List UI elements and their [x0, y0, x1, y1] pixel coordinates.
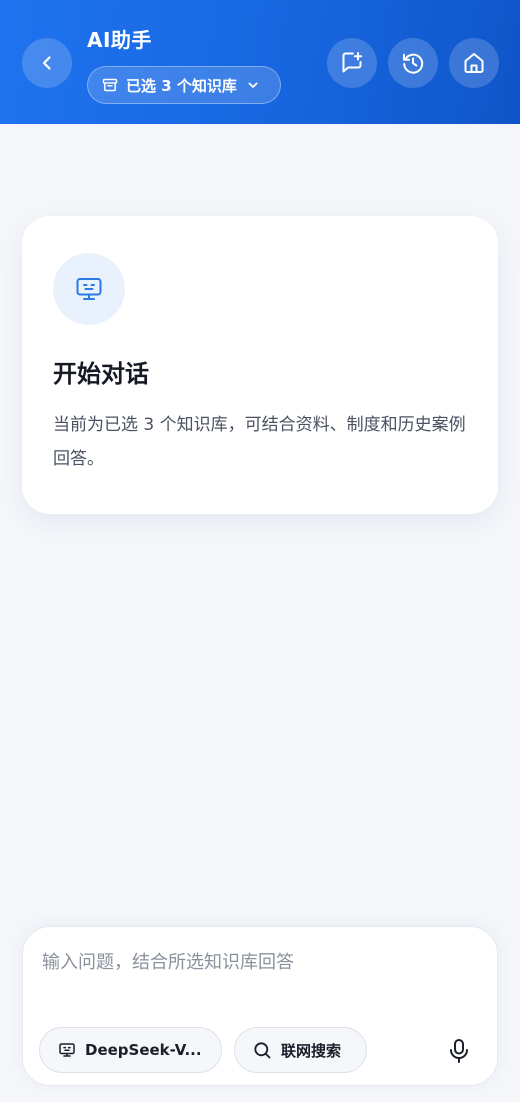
knowledge-base-selector-label: 已选 3 个知识库: [126, 76, 237, 95]
welcome-description: 当前为已选 3 个知识库，可结合资料、制度和历史案例回答。: [53, 415, 466, 469]
history-button[interactable]: [388, 38, 438, 88]
welcome-title: 开始对话: [53, 360, 149, 388]
chevron-down-icon: [247, 79, 259, 91]
top-header: AI助手 已选 3 个知识库: [0, 0, 520, 124]
back-button[interactable]: [22, 38, 72, 88]
knowledge-base-selector[interactable]: 已选 3 个知识库: [87, 66, 281, 104]
model-selector-label: DeepSeek-V...: [85, 1041, 202, 1059]
home-button[interactable]: [449, 38, 499, 88]
search-icon: [253, 1041, 272, 1060]
web-search-toggle[interactable]: 联网搜索: [234, 1027, 367, 1073]
bot-monitor-icon: [76, 278, 102, 300]
voice-input-button[interactable]: [441, 1033, 477, 1069]
history-icon: [403, 53, 424, 74]
microphone-icon: [450, 1039, 468, 1063]
new-chat-icon: [342, 52, 363, 73]
question-input[interactable]: [42, 945, 472, 979]
web-search-label: 联网搜索: [281, 1041, 342, 1060]
model-selector-button[interactable]: DeepSeek-V...: [39, 1027, 222, 1073]
ai-assistant-screen: AI助手 已选 3 个知识库 开始对话 当前为已选 3 个知识库，可结合资料、制…: [0, 0, 520, 1102]
welcome-card: 开始对话 当前为已选 3 个知识库，可结合资料、制度和历史案例回答。: [22, 216, 498, 514]
archive-icon: [102, 77, 118, 93]
new-chat-button[interactable]: [327, 38, 377, 88]
chat-composer: DeepSeek-V... 联网搜索: [22, 926, 498, 1086]
chevron-left-icon: [42, 56, 51, 70]
monitor-icon: [58, 1041, 76, 1059]
home-icon: [464, 53, 484, 73]
page-title: AI助手: [87, 28, 152, 52]
bot-badge: [53, 253, 125, 325]
